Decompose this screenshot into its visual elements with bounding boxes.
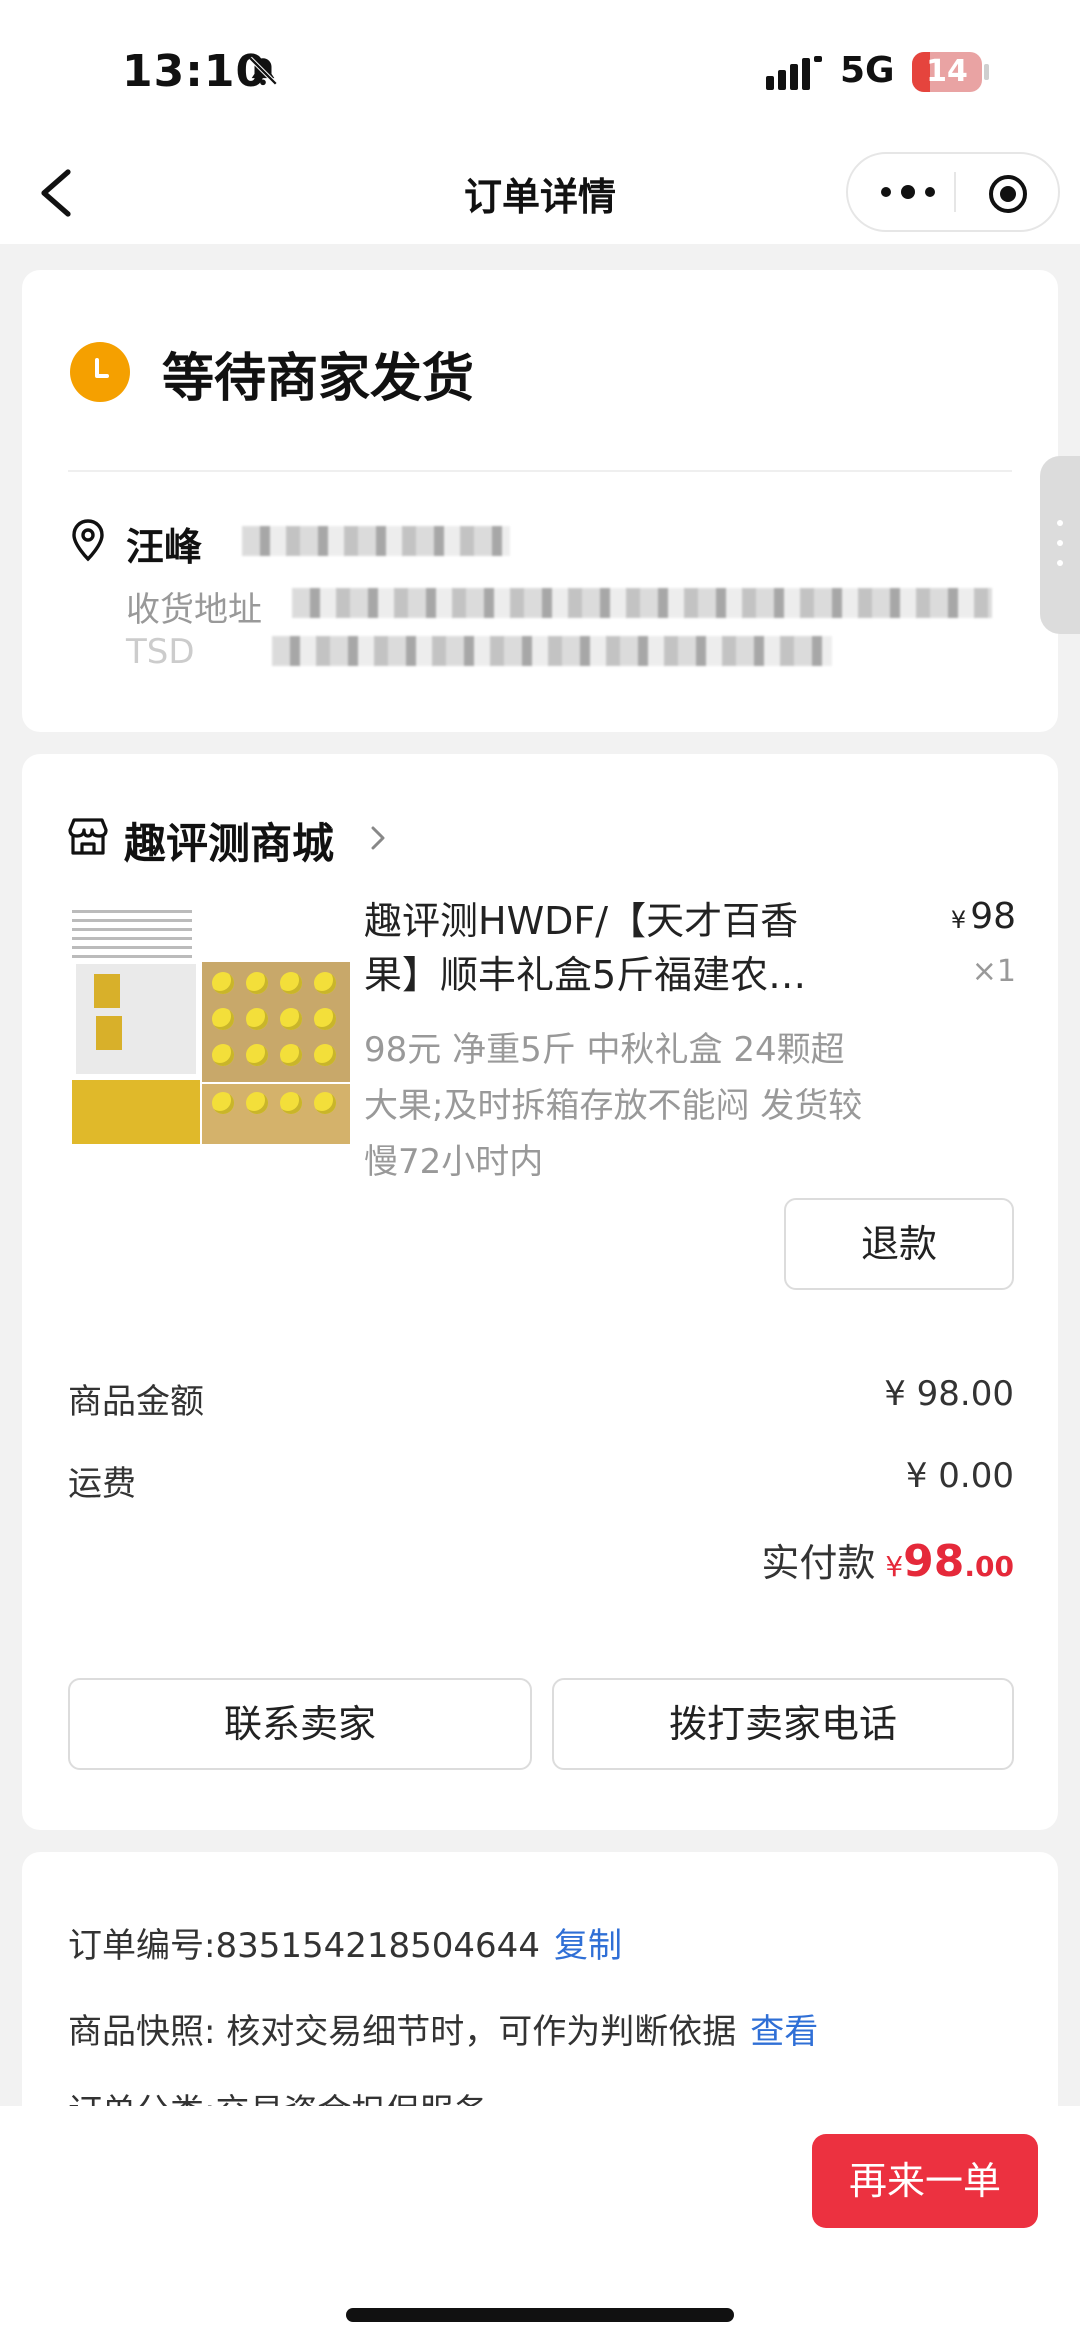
battery-icon: 14 [912,52,982,92]
refund-button[interactable]: 退款 [784,1198,1014,1290]
reorder-button[interactable]: 再来一单 [812,2134,1038,2228]
location-pin-icon [72,519,104,562]
signal-icon [766,56,822,90]
clock-icon [70,342,130,402]
order-number: 835154218504644 [215,1926,540,1966]
bottom-action-bar: 再来一单 [0,2106,1080,2340]
blurred-phone [242,526,510,556]
store-icon [68,818,108,855]
price-currency: ¥ [950,906,967,934]
goods-amount-label: 商品金额 [68,1382,204,1422]
divider [68,470,1012,472]
chevron-right-icon[interactable] [368,824,388,852]
receiver-name: 汪峰 [126,525,203,569]
blurred-address [292,588,992,618]
goods-amount-value: ¥ 98.00 [884,1374,1014,1414]
paid-decimal: .00 [964,1550,1014,1583]
paid-integer: 98 [903,1536,965,1587]
call-seller-button[interactable]: 拨打卖家电话 [552,1678,1014,1770]
address-line2: TSD [126,632,195,672]
nav-bar: 订单详情 [0,140,1080,244]
home-indicator[interactable] [346,2308,734,2322]
order-status-card: 等待商家发货 汪峰 收货地址 TSD [22,270,1058,732]
product-card: 趣评测商城 趣评测HWDF/【天才百香果】顺丰礼盒5斤福建农… ¥98 ×1 9… [22,754,1058,1830]
snapshot-label: 商品快照: [68,2012,216,2052]
product-price: ¥98 [951,896,1016,937]
network-type: 5G [840,50,895,91]
order-number-label: 订单编号: [68,1926,216,1966]
product-quantity: ×1 [971,954,1016,989]
blurred-address-line2 [272,636,832,666]
order-number-row: 订单编号:835154218504644 复制 [68,1918,622,1967]
contact-seller-button[interactable]: 联系卖家 [68,1678,532,1770]
more-icon[interactable] [878,180,938,204]
copy-link[interactable]: 复制 [554,1926,622,1966]
snapshot-row: 商品快照: 核对交易细节时，可作为判断依据 查看 [68,2004,818,2053]
product-image[interactable] [72,904,352,1144]
product-title[interactable]: 趣评测HWDF/【天才百香果】顺丰礼盒5斤福建农… [364,894,844,1002]
order-status-title: 等待商家发货 [162,349,475,409]
side-float-handle[interactable] [1040,456,1080,634]
shipping-value: ¥ 0.00 [905,1456,1014,1496]
status-bar: 13:10 5G 14 [0,0,1080,140]
paid-label: 实付款 [761,1541,876,1585]
miniapp-capsule [846,152,1060,232]
battery-level: 14 [926,54,968,89]
snapshot-text: 核对交易细节时，可作为判断依据 [226,2012,737,2052]
store-name[interactable]: 趣评测商城 [124,810,334,871]
battery-tip [984,64,989,80]
bell-mute-icon [248,56,278,86]
close-miniapp-icon[interactable] [988,174,1028,214]
price-value: 98 [970,896,1016,937]
shipping-label: 运费 [68,1464,136,1504]
paid-amount: 实付款 ¥98.00 [761,1532,1014,1587]
address-label: 收货地址 [126,590,262,630]
product-spec: 98元 净重5斤 中秋礼盒 24颗超大果;及时拆箱存放不能闷 发货较慢72小时内 [364,1030,863,1182]
capsule-divider [954,172,956,212]
paid-currency: ¥ [885,1550,904,1583]
view-snapshot-link[interactable]: 查看 [750,2012,818,2052]
